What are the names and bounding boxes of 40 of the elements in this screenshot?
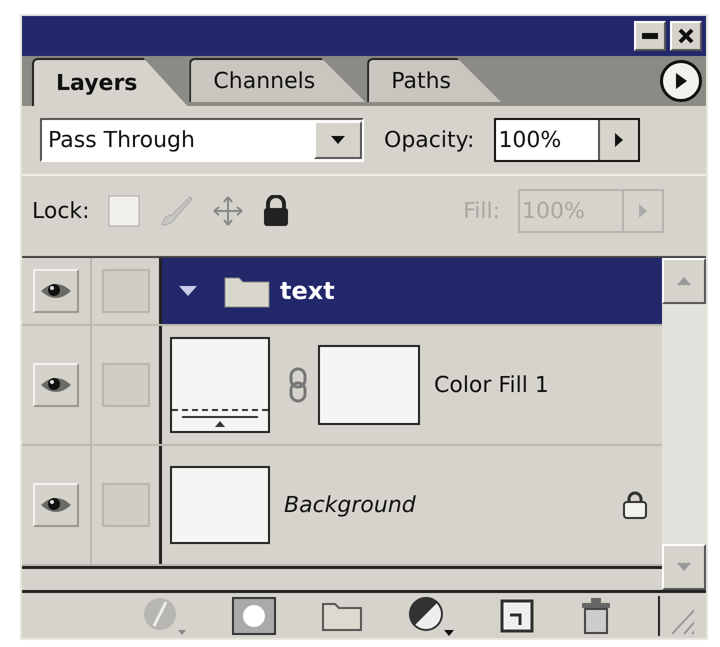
panel-menu-button[interactable] xyxy=(660,60,702,102)
play-icon xyxy=(674,72,688,90)
resize-grip-icon[interactable] xyxy=(658,596,694,636)
caret-icon xyxy=(331,136,345,144)
padlock-icon[interactable] xyxy=(262,195,290,227)
blend-mode-value: Pass Through xyxy=(48,126,195,154)
new-layer-icon[interactable] xyxy=(500,598,534,632)
eye-icon xyxy=(40,495,72,515)
layer-row[interactable]: text xyxy=(162,258,662,324)
eye-icon xyxy=(40,375,72,395)
eye-icon xyxy=(40,281,72,301)
layer-name: Color Fill 1 xyxy=(434,372,549,400)
adjustment-icon[interactable] xyxy=(408,596,454,636)
arrow-icon xyxy=(615,133,624,147)
scroll-down-button[interactable] xyxy=(662,544,706,590)
panel-tab[interactable]: Channels xyxy=(189,58,366,102)
visibility-toggle[interactable] xyxy=(33,269,79,313)
scrollbar[interactable] xyxy=(662,258,706,590)
scroll-up-button[interactable] xyxy=(662,258,706,304)
close-button[interactable] xyxy=(670,21,702,51)
up-arrow-icon xyxy=(677,277,691,285)
panel-tab[interactable]: Layers xyxy=(32,58,188,106)
visibility-toggle[interactable] xyxy=(33,363,79,407)
visibility-toggle[interactable] xyxy=(33,483,79,527)
minimize-button[interactable] xyxy=(634,21,666,51)
arrow-icon xyxy=(639,204,647,218)
trash-icon[interactable] xyxy=(580,596,612,634)
layer-name: Background xyxy=(284,492,416,520)
layer-name: text xyxy=(280,276,335,307)
down-arrow-icon xyxy=(677,563,691,571)
mask-icon[interactable] xyxy=(232,596,276,634)
opacity-value: 100% xyxy=(497,126,562,154)
blend-mode-dropdown[interactable]: Pass Through xyxy=(40,118,364,162)
close-icon xyxy=(678,28,694,44)
lock-label: Lock: xyxy=(32,198,90,226)
opacity-field[interactable]: 100% xyxy=(494,118,640,162)
panel-tab[interactable]: Paths xyxy=(367,58,501,102)
opacity-label: Opacity: xyxy=(384,126,474,154)
minimize-icon xyxy=(642,33,658,39)
chain-link-icon xyxy=(288,367,308,403)
